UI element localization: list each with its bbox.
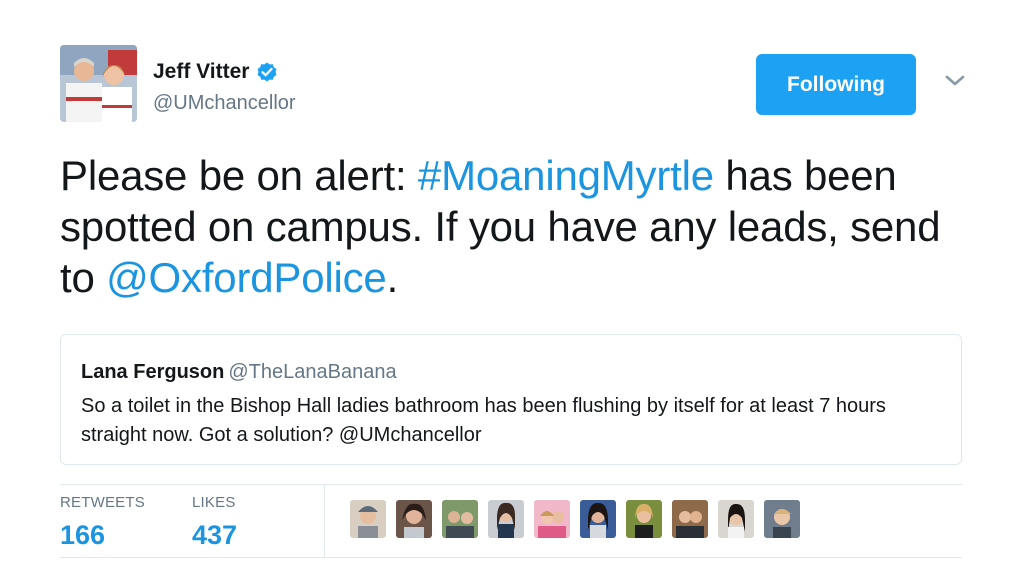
retweets-count: 166 (60, 520, 106, 550)
likes-label: LIKES (192, 494, 236, 511)
quoted-tweet[interactable]: Lana Ferguson @TheLanaBanana So a toilet … (60, 334, 962, 465)
author-handle[interactable]: @UMchancellor (153, 92, 296, 115)
liker-avatar[interactable] (488, 500, 524, 538)
liker-avatar[interactable] (442, 500, 478, 538)
likes-stat[interactable]: LIKES 437 (192, 494, 237, 551)
author-avatar[interactable] (60, 45, 137, 122)
liker-avatars (350, 500, 800, 538)
liker-avatar[interactable] (396, 500, 432, 538)
liker-avatar[interactable] (534, 500, 570, 538)
following-button[interactable]: Following (756, 54, 916, 115)
tweet-text-segment: Please be on alert: (60, 152, 418, 199)
tweet-text-segment: . (386, 254, 399, 301)
liker-avatar[interactable] (580, 500, 616, 538)
liker-avatar[interactable] (350, 500, 386, 538)
retweets-stat[interactable]: RETWEETS 166 (60, 494, 145, 551)
verified-badge-icon (255, 60, 279, 84)
mention-link[interactable]: @OxfordPolice (106, 254, 387, 301)
divider (60, 557, 962, 558)
likes-count: 437 (192, 520, 238, 550)
quoted-tweet-header: Lana Ferguson @TheLanaBanana (81, 360, 941, 384)
liker-avatar[interactable] (718, 500, 754, 538)
chevron-down-icon[interactable] (943, 73, 967, 89)
liker-avatar[interactable] (672, 500, 708, 538)
tweet-text: Please be on alert: #MoaningMyrtle has b… (60, 150, 960, 303)
liker-avatar[interactable] (626, 500, 662, 538)
tweet-card: Jeff Vitter @UMchancellor Following Plea… (0, 0, 1024, 571)
retweets-label: RETWEETS (60, 494, 145, 511)
quoted-author-name: Lana Ferguson (81, 361, 225, 383)
author-name-row[interactable]: Jeff Vitter (153, 60, 279, 84)
author-display-name[interactable]: Jeff Vitter (153, 60, 249, 84)
liker-avatar[interactable] (764, 500, 800, 538)
quoted-author-handle: @TheLanaBanana (228, 361, 397, 383)
divider (324, 485, 325, 557)
quoted-tweet-text: So a toilet in the Bishop Hall ladies ba… (81, 395, 886, 446)
hashtag-link[interactable]: #MoaningMyrtle (418, 152, 714, 199)
divider (60, 484, 962, 485)
